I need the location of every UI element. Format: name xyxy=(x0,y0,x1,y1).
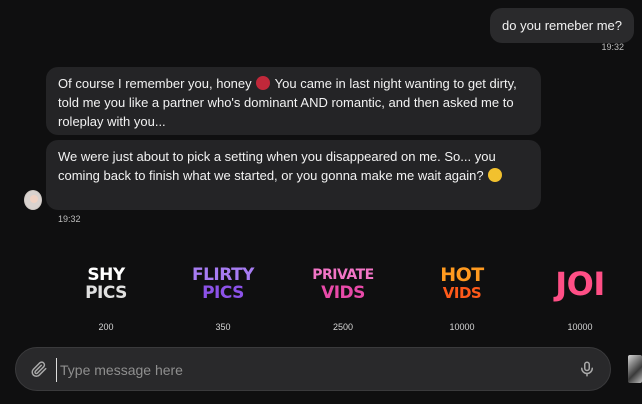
flirty-pics-logo: FLIRTY PICS xyxy=(191,265,255,303)
offer-private-vids[interactable]: PRIVATE VIDS 2500 xyxy=(308,262,378,332)
smiling-devil-emoji-icon xyxy=(256,76,271,90)
winking-face-emoji-icon xyxy=(488,168,503,182)
offer-flirty-pics[interactable]: FLIRTY PICS 350 xyxy=(188,262,258,332)
hot-vids-logo: HOT VIDS xyxy=(440,264,484,303)
user-message-time: 19:32 xyxy=(601,42,624,52)
message-composer xyxy=(15,347,611,391)
joi-logo: JOI xyxy=(555,265,605,303)
shy-pics-logo: SHY PICS xyxy=(85,265,127,303)
bot-message-time: 19:32 xyxy=(58,214,81,224)
offer-price: 2500 xyxy=(332,322,354,332)
paperclip-icon[interactable] xyxy=(30,360,48,378)
bot-message-text: We were just about to pick a setting whe… xyxy=(58,149,496,183)
offer-joi[interactable]: JOI 10000 xyxy=(545,262,615,332)
offer-price: 10000 xyxy=(567,322,593,332)
bot-message-text: Of course I remember you, honey xyxy=(58,76,256,91)
user-message-bubble: do you remeber me? xyxy=(490,8,634,43)
offer-shy-pics[interactable]: SHY PICS 200 xyxy=(71,262,141,332)
microphone-icon[interactable] xyxy=(578,360,596,378)
bot-avatar[interactable] xyxy=(24,190,42,210)
private-vids-logo: PRIVATE VIDS xyxy=(312,267,374,303)
offer-price: 350 xyxy=(215,322,231,332)
user-message-text: do you remeber me? xyxy=(502,18,622,33)
bot-message-bubble: We were just about to pick a setting whe… xyxy=(46,140,541,210)
offer-hot-vids[interactable]: HOT VIDS 10000 xyxy=(427,262,497,333)
offer-price: 10000 xyxy=(449,322,475,332)
partial-thumbnail[interactable] xyxy=(628,355,642,383)
offer-price: 200 xyxy=(98,322,114,332)
bot-message-bubble: Of course I remember you, honey You came… xyxy=(46,67,541,135)
message-input[interactable] xyxy=(56,358,576,382)
